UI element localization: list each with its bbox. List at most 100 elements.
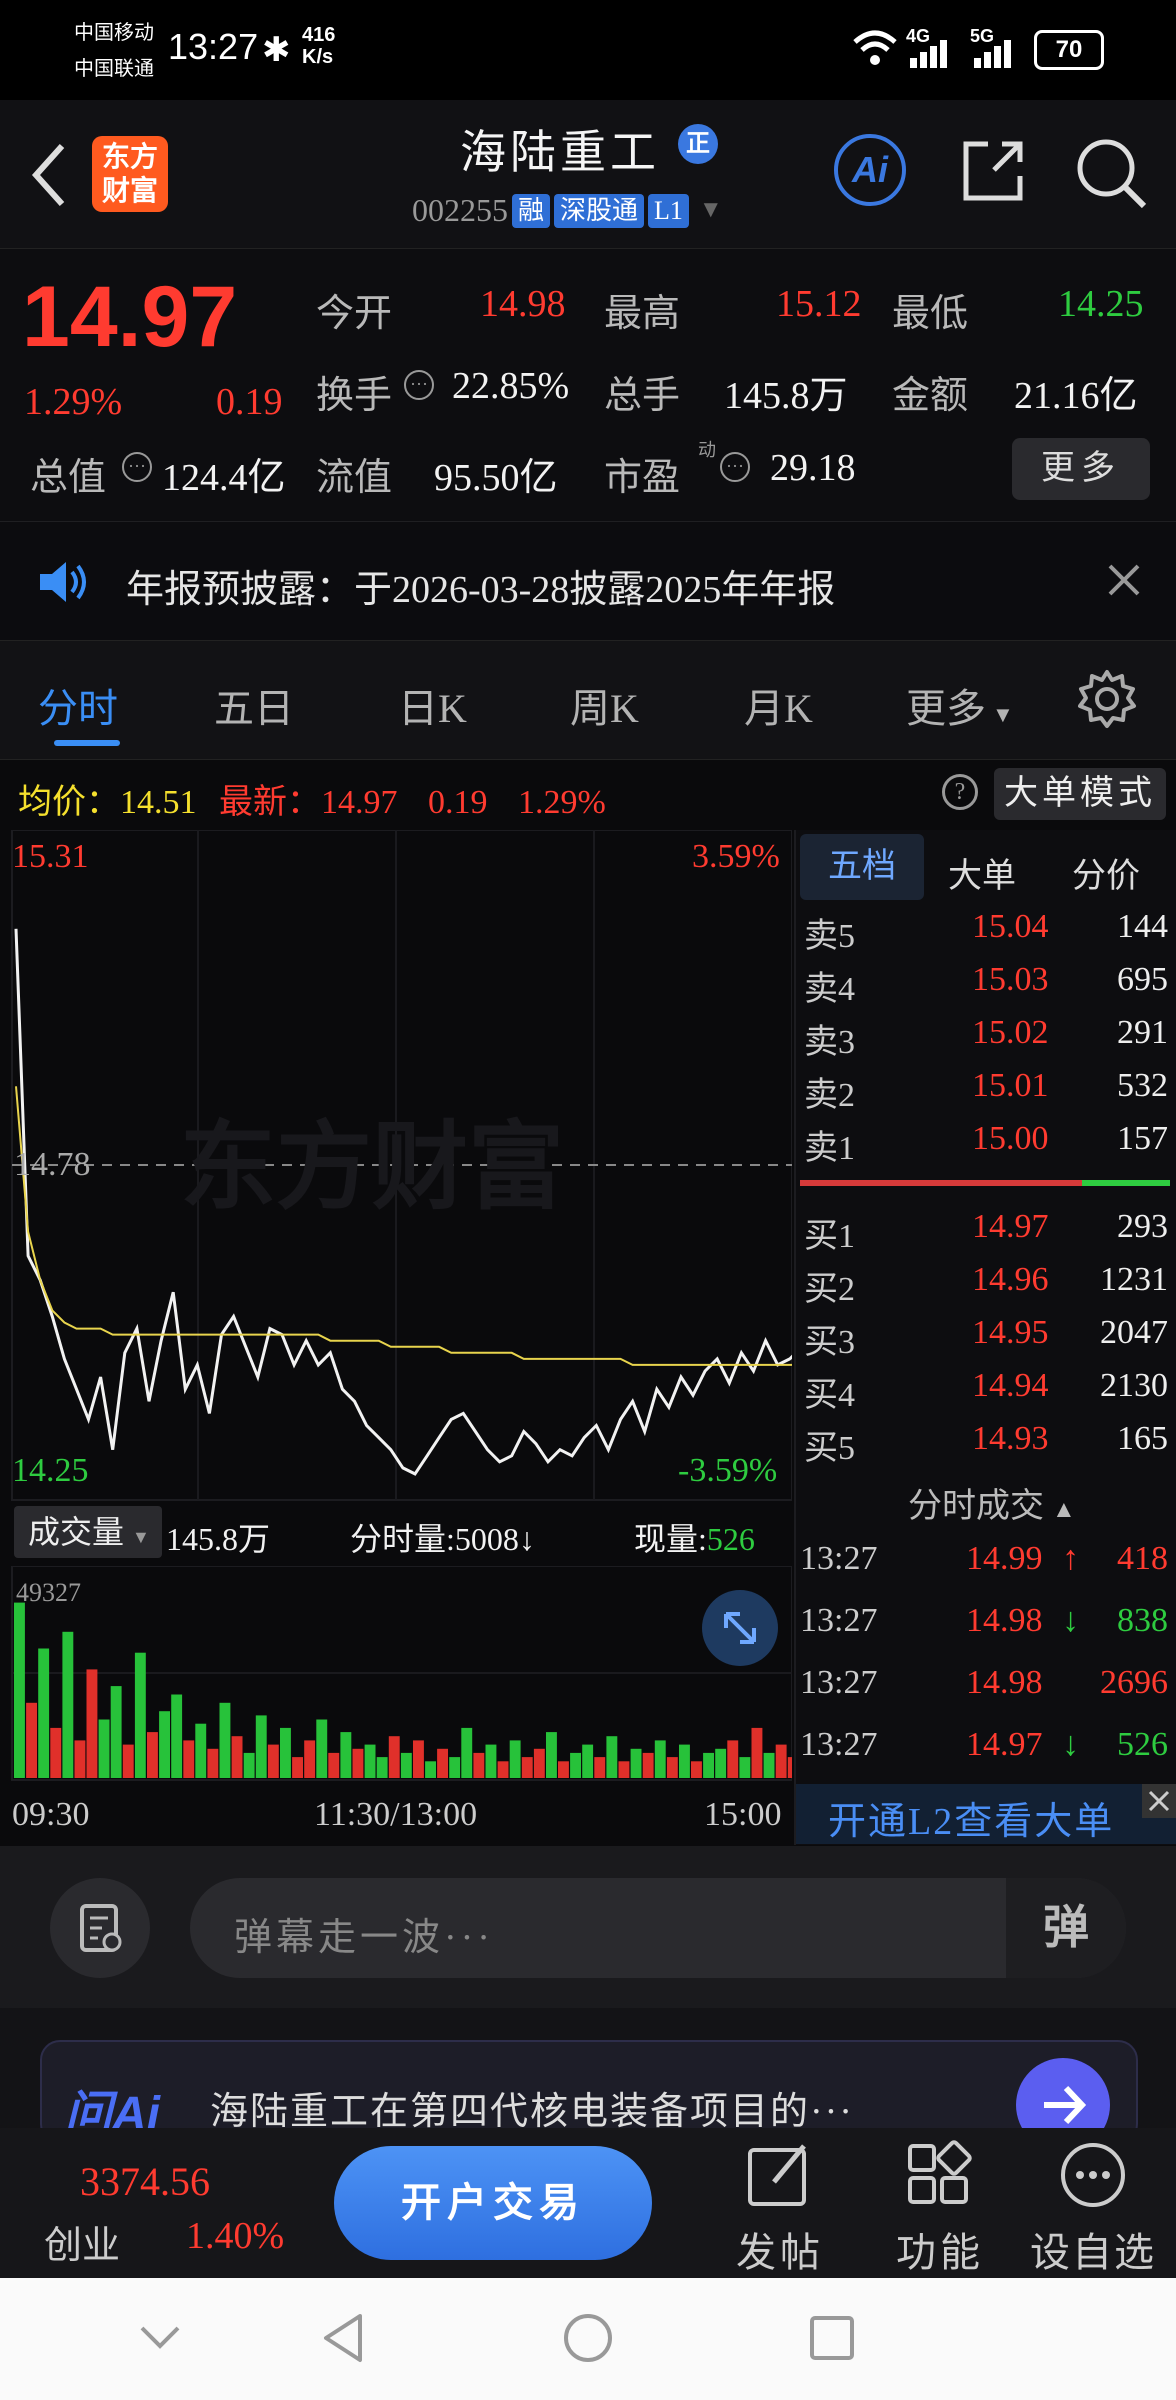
tab-day-k[interactable]: 日K [398,676,467,734]
arrow-down-icon: ↓ [1062,1726,1079,1763]
volume-bar [642,1752,654,1778]
volume-bar [147,1732,158,1778]
buy-level-label: 买4 [804,1377,855,1414]
search-icon[interactable] [1074,136,1148,215]
buy-volume: 2047 [1100,1314,1168,1351]
function-label[interactable]: 功能 [896,2220,984,2278]
collapse-chevron-icon[interactable] [136,2318,184,2363]
l2-banner-text[interactable]: 开通L2查看大单 [828,1790,1114,1845]
volume-bar [666,1757,678,1778]
minute-volume: 分时量:5008↓ [350,1521,535,1557]
index-name[interactable]: 创业 [44,2214,120,2269]
index-value[interactable]: 3374.56 [80,2158,210,2205]
close-icon[interactable] [1142,1784,1176,1818]
stock-name: 海陆重工 [460,127,660,178]
volume-bar [582,1744,594,1778]
buy-level-label: 买1 [804,1218,855,1255]
volume-bar [207,1748,219,1778]
close-icon[interactable] [1104,560,1144,605]
info-icon-3[interactable]: ··· [720,452,750,482]
notice-text[interactable]: 年报预披露：于2026-03-28披露2025年年报 [126,558,835,613]
danmaku-list-icon[interactable] [50,1878,150,1978]
price-info-line: 均价：14.51 最新：14.97 0.19 1.29% [18,774,606,823]
function-grid-icon[interactable] [904,2140,974,2215]
more-button[interactable]: 更多 [1012,438,1150,500]
settings-gear-icon[interactable] [1076,668,1138,735]
volume-bar [304,1740,316,1778]
network-speed: 416 K/s [302,24,336,68]
ai-question-text[interactable]: 海陆重工在第四代核电装备项目的··· [210,2080,854,2135]
volume-bar [50,1727,62,1778]
tab-five-day[interactable]: 五日 [214,676,294,734]
big-order-mode-button[interactable]: 大单模式 [994,768,1166,820]
trade-volume: 2696 [1100,1664,1168,1701]
chevron-down-icon[interactable]: ▼ [699,197,723,224]
volume-bar [606,1736,618,1778]
buy-row[interactable]: 买5 14.93 165 [800,1420,1170,1470]
buy-level-label: 买2 [804,1271,855,1308]
sell-volume: 144 [1117,908,1168,945]
sell-row[interactable]: 卖3 15.02 291 [800,1014,1170,1064]
tab-price-dist[interactable]: 分价 [1072,848,1140,897]
volume-bar [219,1702,231,1778]
more-dots-icon[interactable] [1058,2140,1128,2215]
status-time: 13:27 [168,26,259,67]
battery-icon: 70 [1034,30,1104,70]
buy-row[interactable]: 买4 14.94 2130 [800,1367,1170,1417]
ai-icon[interactable]: Ai [834,134,906,206]
trade-time: 13:27 [800,1602,878,1639]
tab-week-k[interactable]: 周K [570,676,639,734]
sell-row[interactable]: 卖2 15.01 532 [800,1067,1170,1117]
tab-intraday[interactable]: 分时 [38,676,118,734]
tab-big-orders[interactable]: 大单 [948,848,1016,897]
volume-bar [38,1648,50,1778]
y-axis-mid-price: 14.78 [14,1146,91,1183]
latest-value: 14.97 [321,784,398,821]
volume-bar [691,1761,702,1778]
index-change-pct[interactable]: 1.40% [186,2214,284,2258]
volume-bar [280,1727,291,1778]
post-label[interactable]: 发帖 [736,2220,824,2278]
intraday-chart[interactable]: 东方财富 [0,830,792,1502]
sell-price: 15.02 [972,1014,1049,1051]
volume-max: 49327 [16,1578,81,1607]
volume-bar [364,1744,376,1778]
buy-row[interactable]: 买3 14.95 2047 [800,1314,1170,1364]
share-icon[interactable] [958,136,1028,211]
tab-more[interactable]: 更多 ▼ [906,676,1014,734]
volume-bar [231,1736,243,1778]
sell-row[interactable]: 卖1 15.00 157 [800,1120,1170,1170]
tab-month-k[interactable]: 月K [744,676,813,734]
buy-row[interactable]: 买1 14.97 293 [800,1208,1170,1258]
tab-five-levels[interactable]: 五档 [800,834,924,900]
sell-level-label: 卖2 [804,1077,855,1114]
sell-level-label: 卖4 [804,971,855,1008]
home-circle-icon[interactable] [562,2312,614,2369]
expand-icon[interactable] [702,1590,778,1666]
back-triangle-icon[interactable] [318,2310,368,2371]
add-watchlist-label[interactable]: 设自选 [1030,2220,1156,2278]
trade-price: 14.98 [966,1664,1043,1701]
margin-badge: 融 [512,193,551,228]
sell-row[interactable]: 卖5 15.04 144 [800,908,1170,958]
danmaku-send-button[interactable]: 弹 [1006,1878,1126,1978]
back-icon[interactable] [28,140,68,215]
open-account-trade-button[interactable]: 开户交易 [334,2146,652,2260]
app-logo[interactable]: 东方 财富 [92,136,168,212]
post-icon[interactable] [744,2140,814,2215]
turnover-value: 22.85% [452,365,570,407]
volume-selector[interactable]: 成交量 ▼ [14,1506,162,1558]
volume-chart[interactable] [0,1566,792,1782]
help-icon[interactable]: ? [942,774,978,810]
trades-title[interactable]: 分时成交 ▲ [908,1478,1076,1527]
recents-square-icon[interactable] [808,2314,856,2367]
speaker-icon [36,560,88,609]
sell-row[interactable]: 卖4 15.03 695 [800,961,1170,1011]
info-icon-2[interactable]: ··· [122,452,152,482]
buy-level-label: 买5 [804,1430,855,1467]
sell-volume: 695 [1117,961,1168,998]
low-value: 14.25 [1058,283,1144,325]
amount-label: 金额 [892,375,969,417]
info-icon[interactable]: ··· [404,370,434,400]
buy-row[interactable]: 买2 14.96 1231 [800,1261,1170,1311]
